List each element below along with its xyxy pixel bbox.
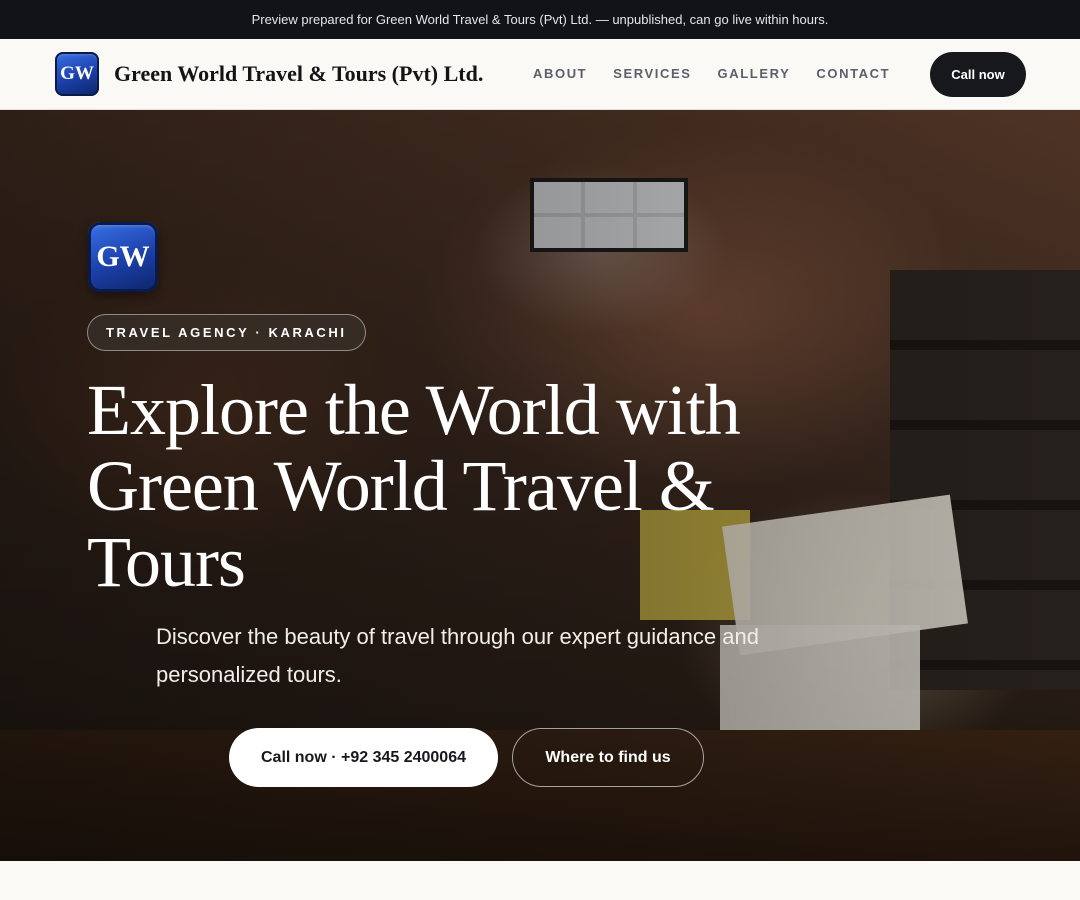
site-header: GW Green World Travel & Tours (Pvt) Ltd.…: [0, 39, 1080, 110]
hero-title: Explore the World with Green World Trave…: [87, 370, 741, 602]
brand-link[interactable]: GW Green World Travel & Tours (Pvt) Ltd.: [55, 52, 483, 96]
nav-contact[interactable]: CONTACT: [816, 66, 890, 81]
hero-subtitle: Discover the beauty of travel through ou…: [156, 624, 759, 687]
nav-services[interactable]: SERVICES: [613, 66, 691, 81]
nav-gallery[interactable]: GALLERY: [718, 66, 791, 81]
preview-banner-text: Preview prepared for Green World Travel …: [251, 12, 829, 27]
hero-section: GW TRAVEL AGENCY · KARACHI Explore the W…: [0, 110, 1080, 861]
hero-badge: TRAVEL AGENCY · KARACHI: [87, 314, 366, 351]
hero-call-button[interactable]: Call now · +92 345 2400064: [229, 728, 498, 787]
preview-banner: Preview prepared for Green World Travel …: [0, 0, 1080, 39]
main-nav: ABOUT SERVICES GALLERY CONTACT: [533, 66, 916, 81]
brand-name: Green World Travel & Tours (Pvt) Ltd.: [114, 61, 484, 86]
brand-logo-icon: GW: [55, 52, 99, 96]
nav-about[interactable]: ABOUT: [533, 66, 587, 81]
hero-find-us-button[interactable]: Where to find us: [512, 728, 704, 787]
hero-logo-icon: GW: [88, 222, 158, 292]
header-call-button[interactable]: Call now: [930, 52, 1026, 97]
